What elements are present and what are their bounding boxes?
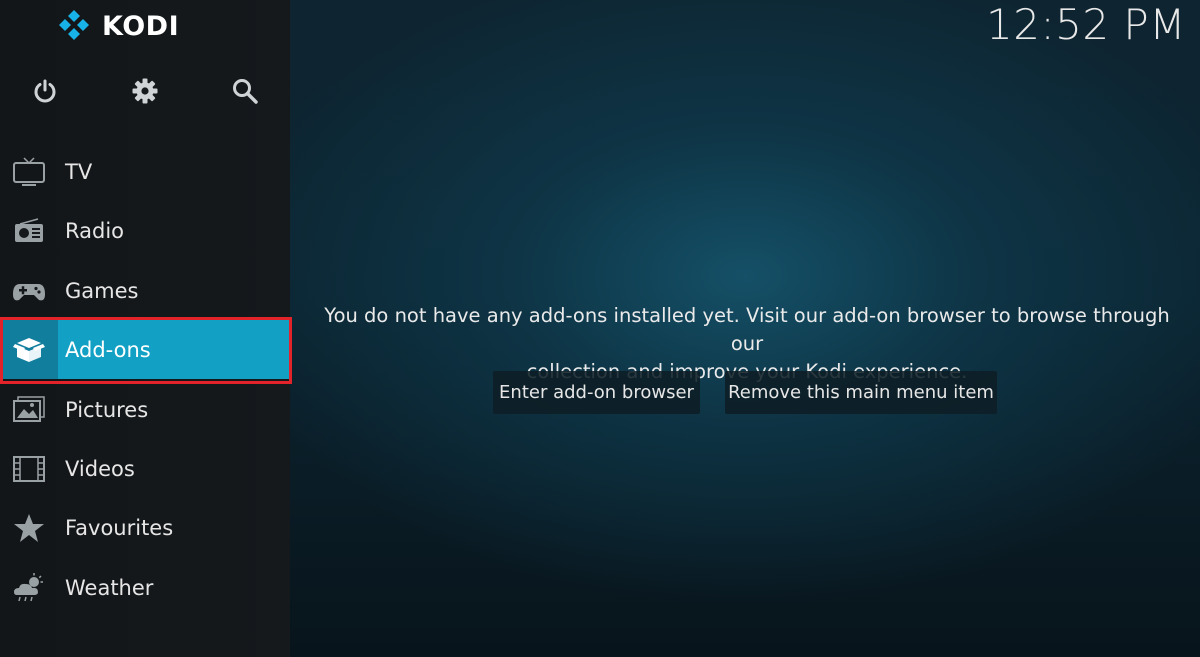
menu-item-videos[interactable]: Videos xyxy=(0,439,290,498)
kodi-logo-icon xyxy=(59,10,89,40)
box-icon xyxy=(13,337,45,362)
menu-label-games: Games xyxy=(65,278,139,303)
search-button[interactable] xyxy=(228,74,262,108)
menu-item-weather[interactable]: Weather xyxy=(0,558,290,617)
weather-icon xyxy=(14,572,43,601)
sidebar: KODI TV Radio Games Add-ons Pictures Vid… xyxy=(0,0,292,657)
menu-item-favourites[interactable]: Favourites xyxy=(0,498,290,557)
remove-menu-item-button[interactable]: Remove this main menu item xyxy=(725,371,997,414)
menu-item-pictures[interactable]: Pictures xyxy=(0,380,290,439)
menu-item-games[interactable]: Games xyxy=(0,261,290,320)
gear-icon xyxy=(132,78,158,104)
menu-label-favourites: Favourites xyxy=(65,515,174,540)
clock: 12:52 PM xyxy=(986,0,1186,49)
menu-item-add-ons[interactable]: Add-ons xyxy=(0,320,290,379)
enter-addon-browser-button[interactable]: Enter add-on browser xyxy=(493,371,700,414)
tv-icon xyxy=(13,156,45,186)
menu-item-radio[interactable]: Radio xyxy=(0,201,290,260)
menu-item-tv[interactable]: TV xyxy=(0,142,290,201)
radio-icon xyxy=(15,217,43,242)
film-icon xyxy=(13,455,45,482)
menu-label-weather: Weather xyxy=(65,575,154,600)
message-line-1: You do not have any add-ons installed ye… xyxy=(324,304,1170,355)
menu-label-tv: TV xyxy=(65,159,93,184)
settings-button[interactable] xyxy=(128,74,162,108)
menu-label-videos: Videos xyxy=(65,456,135,481)
kodi-logo: KODI xyxy=(56,8,179,44)
menu-label-radio: Radio xyxy=(65,218,125,243)
power-button[interactable] xyxy=(28,74,62,108)
menu-label-add-ons: Add-ons xyxy=(65,337,151,362)
power-icon xyxy=(34,79,56,103)
gamepad-icon xyxy=(13,283,45,300)
search-icon xyxy=(233,79,258,104)
app-name: KODI xyxy=(102,10,180,42)
pictures-icon xyxy=(13,395,45,422)
menu-label-pictures: Pictures xyxy=(65,397,149,422)
star-icon xyxy=(14,513,44,542)
